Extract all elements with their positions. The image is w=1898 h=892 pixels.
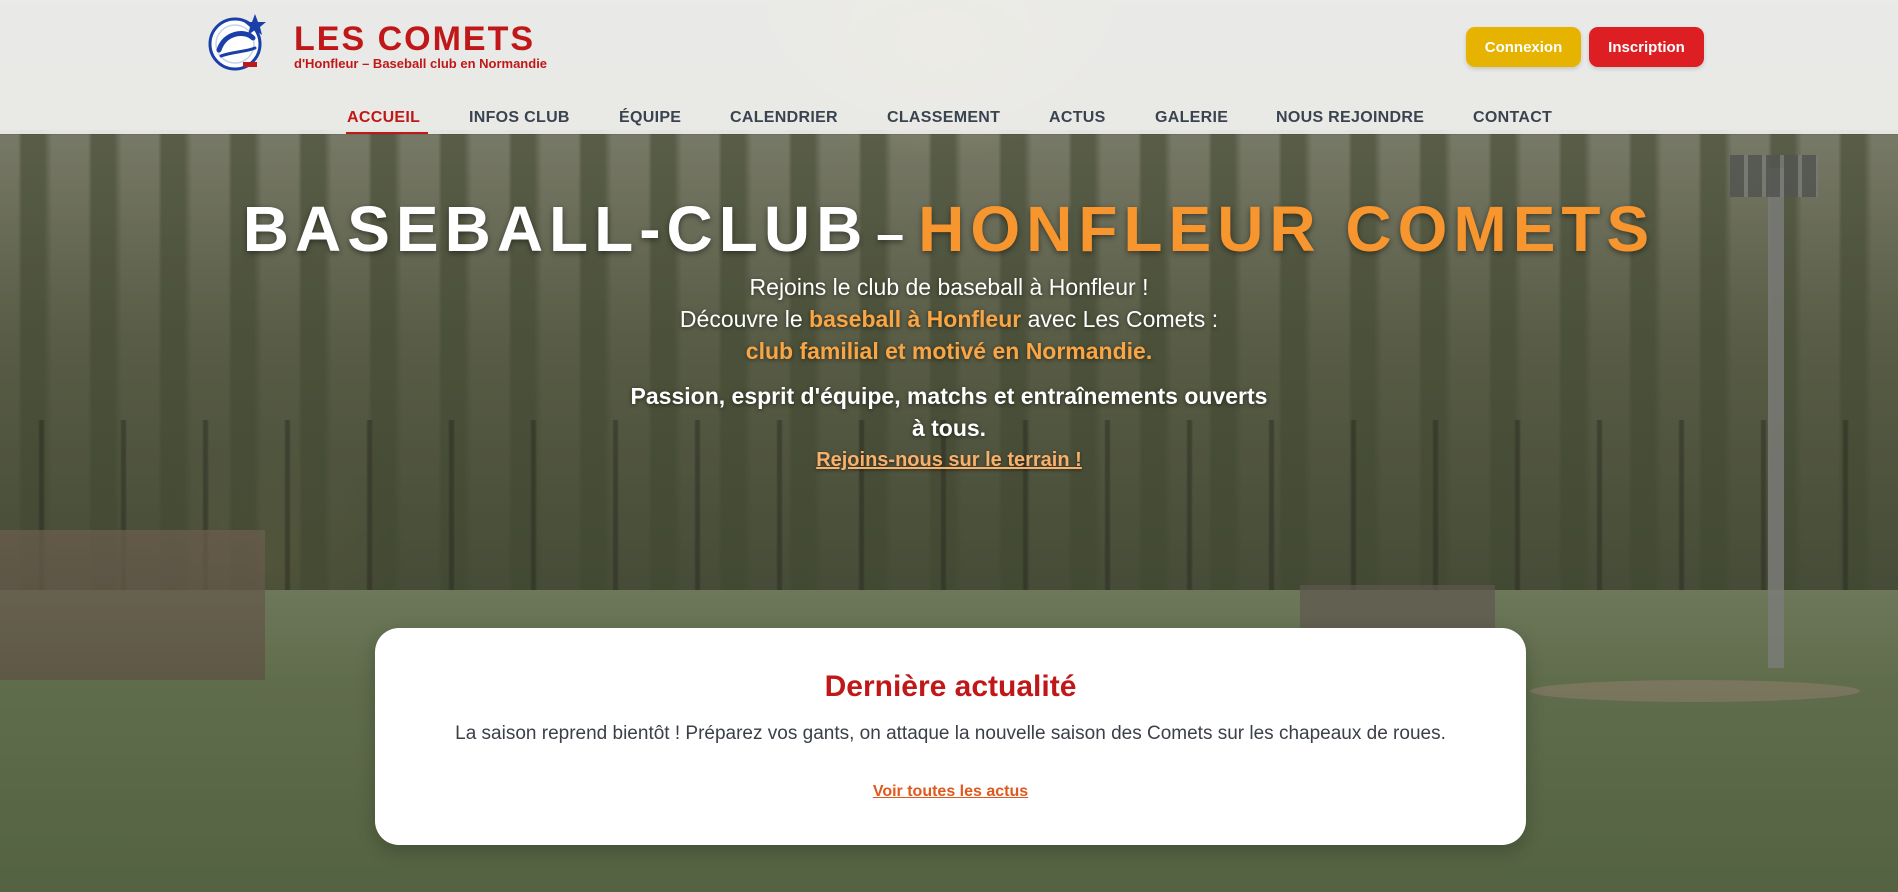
hero-line-2-after: avec Les Comets : (1021, 306, 1219, 332)
latest-news-text: La saison reprend bientôt ! Préparez vos… (455, 723, 1446, 744)
nav-item-contact[interactable]: CONTACT (1473, 109, 1552, 127)
hero-cta-link[interactable]: Rejoins-nous sur le terrain ! (816, 449, 1082, 471)
hero-strong-line-1: Passion, esprit d'équipe, matchs et entr… (630, 383, 1268, 409)
latest-news-title: Dernière actualité (824, 670, 1077, 703)
hero-line-2-before: Découvre le (679, 306, 810, 332)
nav-item-calendrier[interactable]: CALENDRIER (730, 109, 838, 127)
hero-line-3: club familial et motivé en Normandie. (745, 338, 1153, 364)
nav-item-galerie[interactable]: GALERIE (1155, 109, 1228, 127)
nav-item-nous-rejoindre[interactable]: NOUS REJOINDRE (1276, 109, 1424, 127)
hero-title-dash: – (876, 206, 911, 262)
hero-title-white: BASEBALL-CLUB (242, 193, 869, 265)
hero-title: BASEBALL-CLUB – HONFLEUR COMETS (0, 192, 1898, 266)
hero-line-2-highlight: baseball à Honfleur (809, 306, 1022, 332)
hero-cta-wrap: Rejoins-nous sur le terrain ! (0, 449, 1898, 472)
latest-news-card: Dernière actualité La saison reprend bie… (375, 628, 1526, 845)
signup-button[interactable]: Inscription (1589, 27, 1704, 67)
hero-line-1: Rejoins le club de baseball à Honfleur ! (749, 274, 1149, 300)
hero-title-orange: HONFLEUR COMETS (918, 193, 1656, 265)
hero-line-2: Découvre le baseball à Honfleur avec Les… (0, 306, 1898, 333)
site-header: LES COMETS d'Honfleur – Baseball club en… (0, 0, 1898, 134)
active-nav-indicator (346, 132, 428, 134)
login-button[interactable]: Connexion (1466, 27, 1581, 67)
comets-logo-icon[interactable] (205, 12, 269, 72)
nav-item-infos-club[interactable]: INFOS CLUB (469, 109, 570, 127)
hero-strong-line-2: à tous. (911, 415, 987, 441)
all-news-link-wrap: Voir toutes les actus (375, 783, 1526, 801)
nav-item-classement[interactable]: CLASSEMENT (887, 109, 1000, 127)
all-news-link[interactable]: Voir toutes les actus (873, 783, 1028, 800)
nav-item-accueil[interactable]: ACCUEIL (347, 109, 420, 127)
main-navigation: ACCUEIL INFOS CLUB ÉQUIPE CALENDRIER CLA… (0, 104, 1898, 134)
brand-subtitle: d'Honfleur – Baseball club en Normandie (294, 56, 548, 71)
nav-item-equipe[interactable]: ÉQUIPE (619, 109, 681, 127)
brand-title[interactable]: LES COMETS (294, 20, 535, 59)
nav-item-actus[interactable]: ACTUS (1049, 109, 1106, 127)
